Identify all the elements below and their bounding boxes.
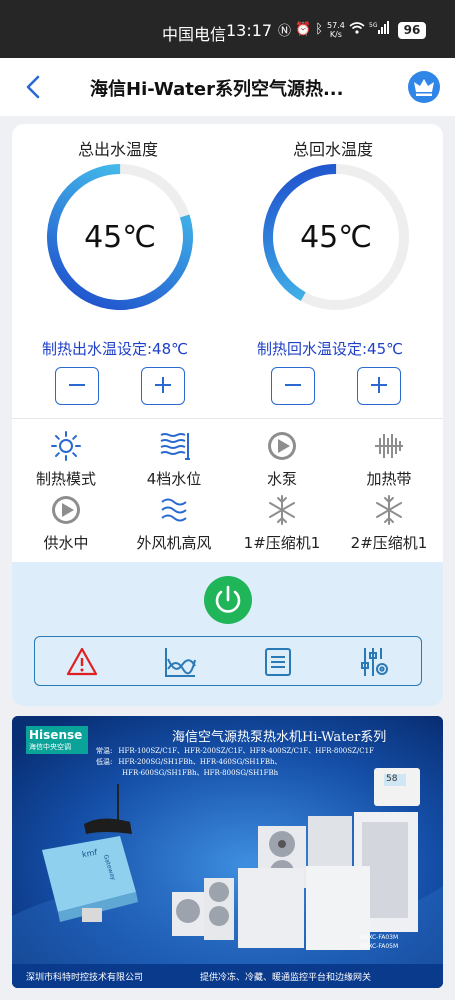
status-label: 水泵 xyxy=(266,470,297,488)
brand-logo: Hisense 海信中央空调 xyxy=(26,726,88,754)
snowflake-icon xyxy=(269,495,295,525)
outlet-increase-button[interactable] xyxy=(141,367,185,405)
banner-line2: 低温: HFR-200SG/SH1FBh、HFR-460SG/SH1FBh、 xyxy=(96,758,282,766)
plus-icon xyxy=(371,377,387,393)
model-a: HSXC-FA03M xyxy=(360,934,399,941)
banner-footer-left: 深圳市科特时控技术有限公司 xyxy=(26,973,144,983)
return-temp-value: 45℃ xyxy=(300,220,372,255)
status-compressor-1: 1#压缩机1 xyxy=(228,494,336,556)
return-temp-label: 总回水温度 xyxy=(293,140,374,159)
status-outdoor-fan: 外风机高风 xyxy=(120,494,228,556)
control-area xyxy=(12,562,443,706)
return-increase-button[interactable] xyxy=(357,367,401,405)
minus-icon xyxy=(69,384,85,386)
outlet-temp-label: 总出水温度 xyxy=(78,140,159,159)
return-decrease-button[interactable] xyxy=(271,367,315,405)
status-pump: 水泵 xyxy=(228,430,336,492)
status-heater-band: 加热带 xyxy=(335,430,443,492)
bluetooth-icon: ᛒ xyxy=(315,22,324,37)
device-panel: 总出水温度 45℃ 总回水温度 45℃ 制热出水温设定:48℃ 制热回水温设定:… xyxy=(12,124,443,706)
controller-display: 58 xyxy=(386,774,398,784)
alarm-icon[interactable] xyxy=(65,645,99,679)
power-button[interactable] xyxy=(204,576,252,624)
status-label: 外风机高风 xyxy=(136,534,212,552)
status-label: 2#压缩机1 xyxy=(350,534,428,552)
list-icon[interactable] xyxy=(261,645,295,679)
settings-sliders-icon[interactable] xyxy=(357,645,391,679)
status-water-level: 4档水位 xyxy=(120,430,228,492)
return-setpoint: 制热回水温设定:45℃ xyxy=(257,340,403,358)
banner-footer-right: 提供冷冻、冷藏、暖通监控平台和边缘网关 xyxy=(200,973,372,983)
status-bar: 中国电信 13:17 Ⓝ ⏰ ᛒ 57.4 K/s 5G 96 xyxy=(0,0,455,58)
status-icons: Ⓝ ⏰ ᛒ 57.4 K/s 5G xyxy=(278,20,391,39)
outlet-temp-value: 45℃ xyxy=(84,220,156,255)
status-heating-mode: 制热模式 xyxy=(12,430,120,492)
back-arrow-icon[interactable] xyxy=(22,72,46,102)
outlet-setpoint: 制热出水温设定:48℃ xyxy=(42,340,188,358)
carrier-name: 中国电信 xyxy=(162,25,227,44)
toolbar xyxy=(34,636,422,686)
net-speed: 57.4 K/s xyxy=(327,20,345,39)
pump-icon xyxy=(268,432,296,460)
status-label: 加热带 xyxy=(366,470,412,488)
status-label: 1#压缩机1 xyxy=(243,534,321,552)
chart-icon[interactable] xyxy=(163,645,197,679)
banner-line1: 常温: HFR-100SZ/C1F、HFR-200SZ/C1F、HFR-400SZ… xyxy=(96,747,374,755)
status-compressor-2: 2#压缩机1 xyxy=(335,494,443,556)
power-icon xyxy=(215,585,241,613)
wifi-icon xyxy=(349,21,365,38)
clock: 13:17 xyxy=(226,21,273,40)
outlet-decrease-button[interactable] xyxy=(55,367,99,405)
alarm-clock-icon: ⏰ xyxy=(295,22,312,37)
status-label: 供水中 xyxy=(43,534,89,552)
svg-text:5G: 5G xyxy=(369,22,378,29)
water-level-icon xyxy=(160,433,190,460)
fan-wind-icon xyxy=(161,498,187,522)
nfc-icon: Ⓝ xyxy=(278,24,292,39)
supply-icon xyxy=(52,496,80,524)
plus-icon xyxy=(155,377,171,393)
product-banner[interactable]: Hisense 海信中央空调 海信空气源热泵热水机Hi-Water系列 常温: H… xyxy=(12,716,443,988)
banner-title: 海信空气源热泵热水机Hi-Water系列 xyxy=(172,730,387,745)
divider xyxy=(12,418,443,419)
minus-icon xyxy=(285,384,301,386)
signal-icon: 5G xyxy=(369,21,391,38)
snowflake-icon xyxy=(376,495,402,525)
battery-icon: 96 xyxy=(398,22,426,39)
status-label: 4档水位 xyxy=(146,470,202,488)
page-title: 海信Hi-Water系列空气源热... xyxy=(90,79,344,100)
model-b: HSXC-FA05M xyxy=(360,943,399,950)
status-label: 制热模式 xyxy=(35,470,96,488)
app-header: 海信Hi-Water系列空气源热... xyxy=(0,58,455,116)
heater-icon xyxy=(375,434,403,458)
crown-icon[interactable] xyxy=(408,71,440,103)
status-water-supply: 供水中 xyxy=(12,494,120,556)
sun-icon xyxy=(51,431,81,461)
banner-line3: HFR-600SG/SH1FBh、HFR-800SG/SH1FBh xyxy=(122,769,279,777)
